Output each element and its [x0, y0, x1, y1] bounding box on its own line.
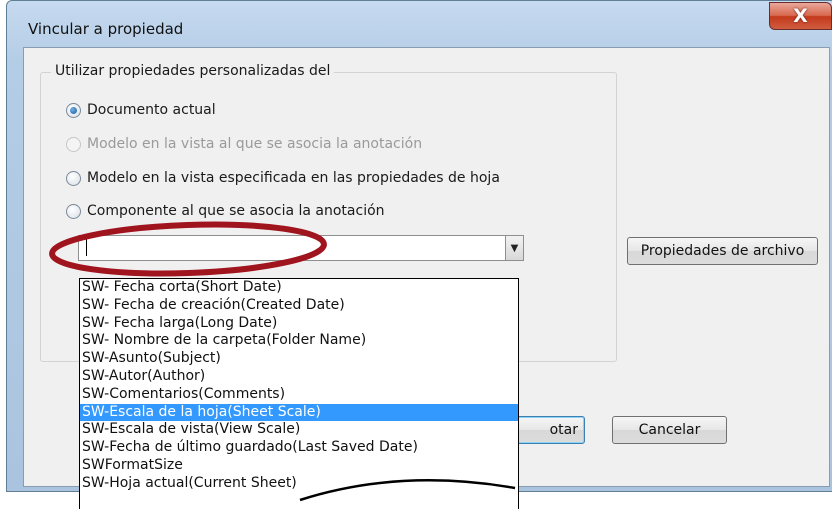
button-label: otar — [549, 422, 578, 438]
radio-label: Modelo en la vista al que se asocia la a… — [87, 136, 423, 152]
radio-checked-icon[interactable] — [66, 102, 81, 118]
radio-model-in-view: Modelo en la vista al que se asocia la a… — [66, 136, 422, 152]
text-caret — [86, 239, 87, 256]
list-item[interactable]: SW-Autor(Author) — [80, 368, 518, 386]
list-item[interactable]: SW-Comentarios(Comments) — [80, 386, 518, 404]
chevron-down-icon: ▼ — [510, 242, 519, 254]
property-dropdown-list[interactable]: SW- Fecha corta(Short Date) SW- Fecha de… — [79, 278, 519, 509]
list-item[interactable]: SW- Fecha larga(Long Date) — [80, 315, 518, 333]
page-edge — [832, 0, 837, 509]
property-combobox[interactable]: ▼ — [78, 235, 524, 261]
radio-label: Componente al que se asocia la anotación — [87, 203, 385, 219]
cancel-button[interactable]: Cancelar — [612, 416, 727, 444]
close-icon: X — [793, 5, 808, 27]
list-item[interactable]: SW- Fecha corta(Short Date) — [80, 279, 518, 297]
button-label: Cancelar — [638, 422, 701, 438]
radio-icon[interactable] — [66, 170, 81, 186]
list-item[interactable]: SWFormatSize — [80, 457, 518, 475]
file-properties-button[interactable]: Propiedades de archivo — [627, 237, 818, 265]
radio-component[interactable]: Componente al que se asocia la anotación — [66, 203, 385, 219]
list-item[interactable]: SW- Nombre de la carpeta(Folder Name) — [80, 332, 518, 350]
list-item[interactable]: SW-Escala de vista(View Scale) — [80, 421, 518, 439]
group-legend: Utilizar propiedades personalizadas del — [51, 63, 335, 79]
radio-current-document[interactable]: Documento actual — [66, 102, 216, 118]
radio-model-sheet-properties[interactable]: Modelo en la vista especificada en las p… — [66, 170, 500, 186]
title-bar[interactable]: Vincular a propiedad X — [7, 1, 836, 43]
close-button[interactable]: X — [769, 2, 832, 30]
radio-label: Documento actual — [87, 102, 216, 118]
list-item[interactable]: SW-Hoja actual(Current Sheet) — [80, 475, 518, 493]
radio-disabled-icon — [66, 136, 81, 152]
radio-label: Modelo en la vista especificada en las p… — [87, 170, 500, 186]
list-item[interactable]: SW-Fecha de último guardado(Last Saved D… — [80, 439, 518, 457]
radio-icon[interactable] — [66, 203, 81, 219]
dialog-title: Vincular a propiedad — [28, 20, 184, 38]
list-item-selected[interactable]: SW-Escala de la hoja(Sheet Scale) — [80, 403, 518, 422]
list-item[interactable]: SW-Asunto(Subject) — [80, 350, 518, 368]
button-label: Propiedades de archivo — [640, 243, 805, 259]
combobox-dropdown-button[interactable]: ▼ — [505, 236, 523, 260]
list-item[interactable]: SW- Fecha de creación(Created Date) — [80, 297, 518, 315]
